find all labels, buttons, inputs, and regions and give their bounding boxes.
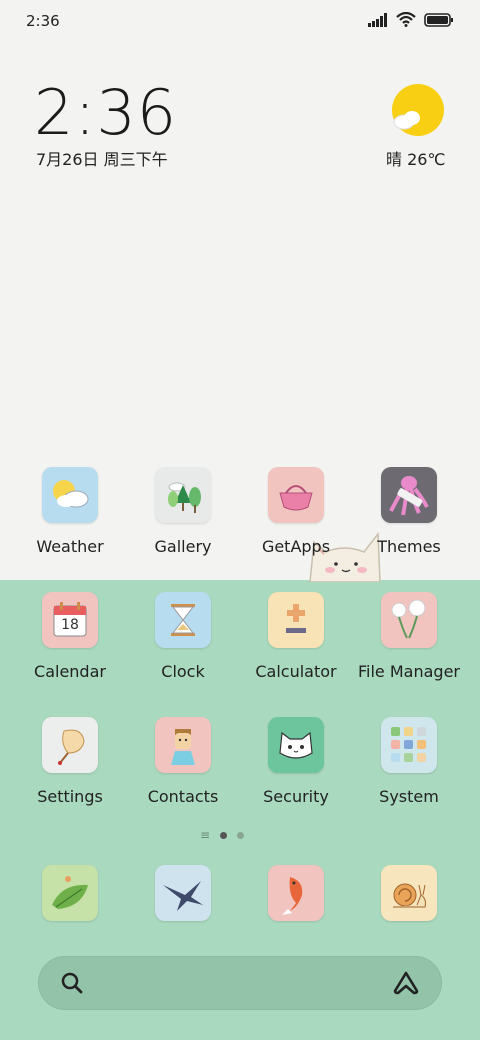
hourglass-icon[interactable] xyxy=(155,592,211,648)
dandelion-icon[interactable] xyxy=(381,592,437,648)
status-bar: 2:36 xyxy=(0,0,480,42)
status-time: 2:36 xyxy=(26,12,60,30)
assistant-icon[interactable] xyxy=(392,970,420,996)
folder-icon[interactable] xyxy=(381,717,437,773)
app-contacts[interactable]: Contacts xyxy=(127,717,239,806)
app-label: Themes xyxy=(377,537,441,556)
widget-weather: 晴 26℃ xyxy=(386,150,446,169)
app-label: File Manager xyxy=(358,662,460,681)
dock-app-3[interactable] xyxy=(240,865,352,921)
dock-app-2[interactable] xyxy=(127,865,239,921)
page-dot[interactable] xyxy=(237,831,245,839)
app-calendar[interactable]: 18 Calendar xyxy=(14,592,126,681)
app-label: Gallery xyxy=(154,537,212,556)
app-label: System xyxy=(379,787,439,806)
search-bar[interactable] xyxy=(38,956,442,1010)
widget-clock[interactable]: 2:36 xyxy=(34,76,177,149)
wifi-icon xyxy=(396,12,416,27)
page-indicator[interactable]: ≡ xyxy=(200,828,245,842)
status-icons xyxy=(368,12,454,27)
app-label: Security xyxy=(263,787,329,806)
app-label: Contacts xyxy=(147,787,219,806)
widget-date: 7月26日 周三下午 xyxy=(36,150,168,169)
app-calculator[interactable]: Calculator xyxy=(240,592,352,681)
person-icon[interactable] xyxy=(155,717,211,773)
app-label: Clock xyxy=(161,662,205,681)
app-themes[interactable]: Themes xyxy=(353,467,465,556)
app-gallery[interactable]: Gallery xyxy=(127,467,239,556)
snail-icon[interactable] xyxy=(381,865,437,921)
app-weather[interactable]: Weather xyxy=(14,467,126,556)
calendar-date: 18 xyxy=(61,617,79,633)
dock-app-4[interactable] xyxy=(353,865,465,921)
octopus-icon[interactable] xyxy=(381,467,437,523)
app-label: GetApps xyxy=(261,537,331,556)
app-settings[interactable]: Settings xyxy=(14,717,126,806)
dock-app-1[interactable] xyxy=(14,865,126,921)
sun-icon[interactable] xyxy=(392,84,444,136)
app-label: Calendar xyxy=(34,662,106,681)
app-getapps[interactable]: GetApps xyxy=(240,467,352,556)
app-clock[interactable]: Clock xyxy=(127,592,239,681)
battery-icon xyxy=(424,12,453,27)
app-system[interactable]: System xyxy=(353,717,465,806)
gallery-icon[interactable] xyxy=(155,467,211,523)
app-label: Settings xyxy=(37,787,103,806)
basket-icon[interactable] xyxy=(268,467,324,523)
calculator-icon[interactable] xyxy=(268,592,324,648)
app-label: Calculator xyxy=(255,662,337,681)
fan-leaf-icon[interactable] xyxy=(42,717,98,773)
app-security[interactable]: Security xyxy=(240,717,352,806)
cat-face-icon[interactable] xyxy=(268,717,324,773)
app-file-manager[interactable]: File Manager xyxy=(353,592,465,681)
signal-icon xyxy=(368,12,387,27)
weather-icon[interactable] xyxy=(42,467,98,523)
app-label: Weather xyxy=(36,537,104,556)
koi-fish-icon[interactable] xyxy=(268,865,324,921)
swallow-icon[interactable] xyxy=(155,865,211,921)
calendar-icon[interactable]: 18 xyxy=(42,592,98,648)
search-icon[interactable] xyxy=(60,971,84,995)
page-dot-current[interactable] xyxy=(220,831,228,839)
leaf-icon[interactable] xyxy=(42,865,98,921)
menu-lines-icon[interactable]: ≡ xyxy=(200,828,210,842)
